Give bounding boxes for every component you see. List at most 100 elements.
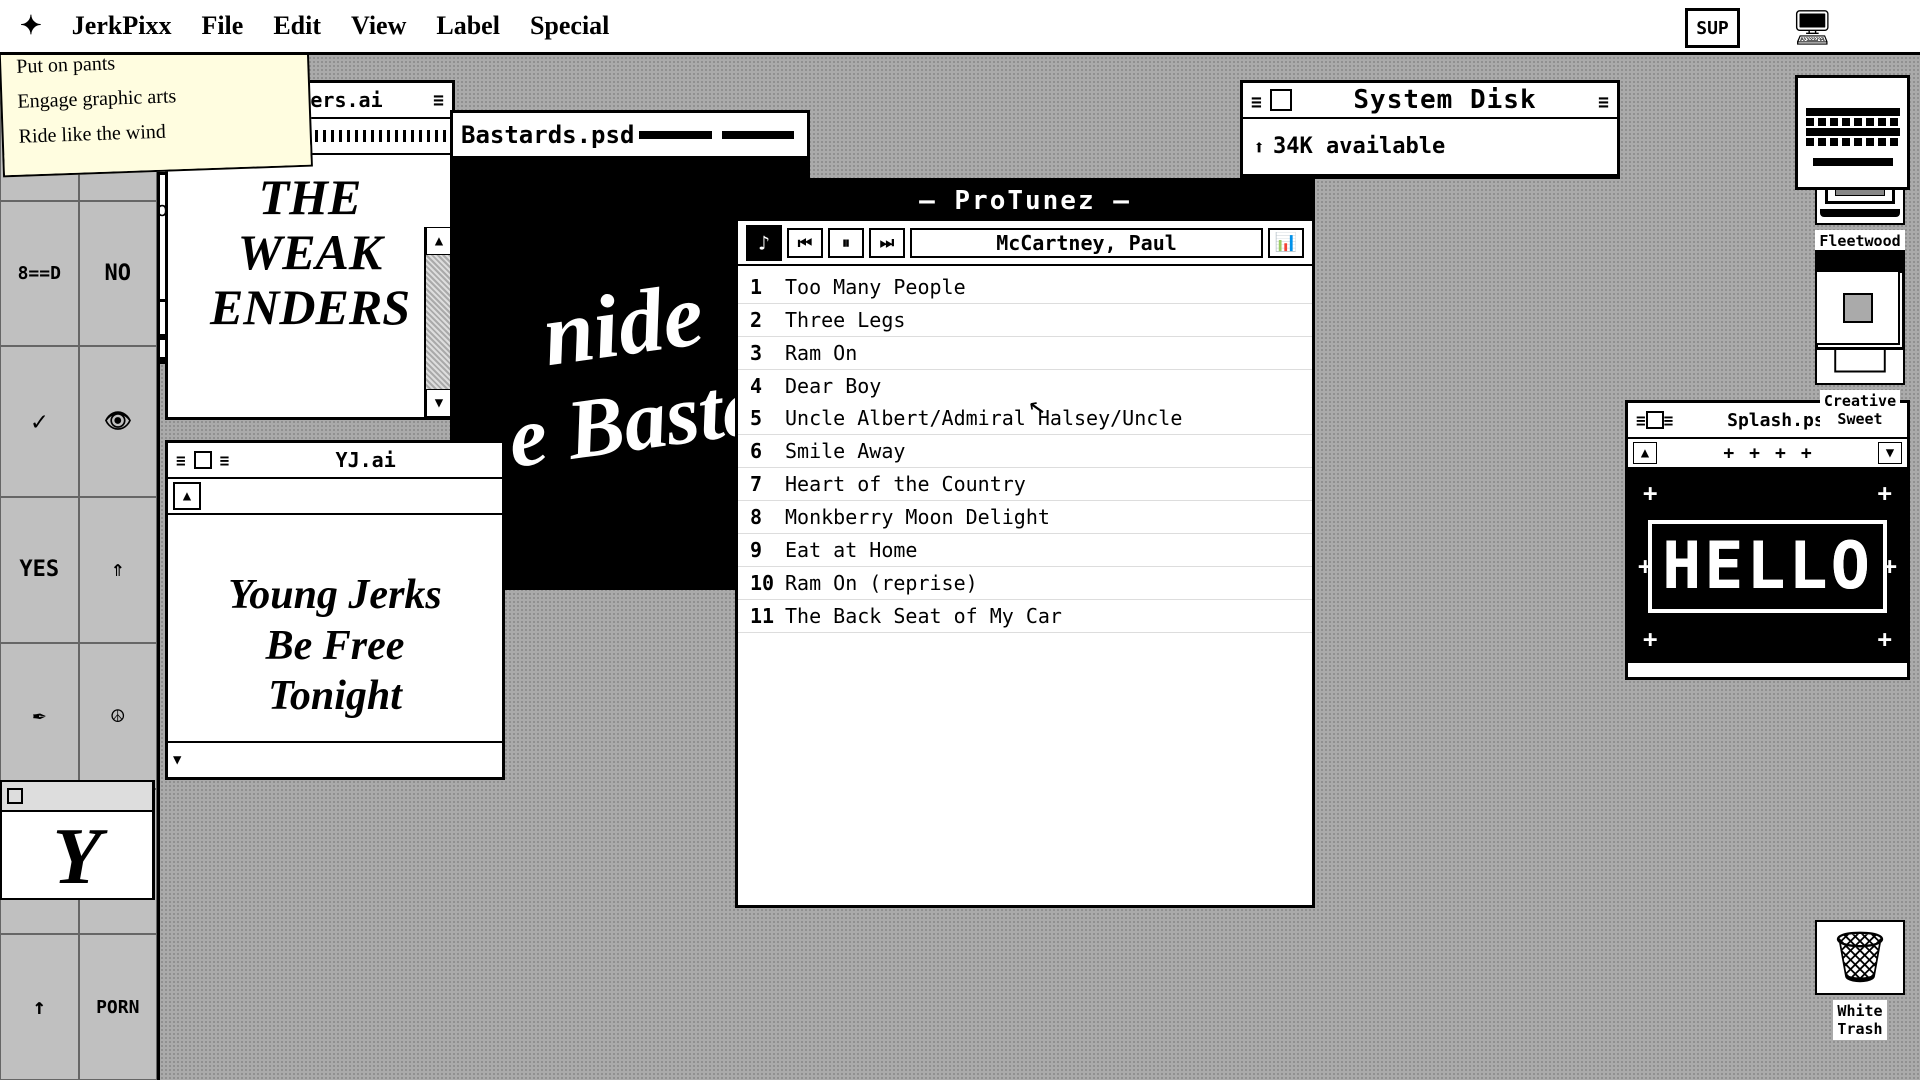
- yj-body: Young Jerks Be Free Tonight ▼: [168, 515, 502, 777]
- yj-scroll-up[interactable]: ▲: [173, 482, 201, 510]
- tool-arrows[interactable]: ⇑: [79, 497, 158, 643]
- titlebar-lines-right: [1598, 85, 1609, 115]
- apple-menu[interactable]: ✦: [20, 11, 42, 41]
- tool-peace[interactable]: ☮: [79, 643, 158, 789]
- menu-label[interactable]: Label: [436, 11, 500, 41]
- tool-up[interactable]: ↑: [0, 934, 79, 1080]
- enders-scroll-track: [426, 255, 452, 389]
- yj-lines2-icon: ≡: [220, 451, 230, 470]
- plus-2: +: [1749, 443, 1760, 464]
- play-btn[interactable]: ⏸: [828, 228, 864, 258]
- yj-titlebar: ≡ ≡ YJ.ai: [168, 443, 502, 479]
- artist-display: McCartney, Paul: [910, 228, 1263, 258]
- protunez-window: — ProTunez — ♪ ⏮ ⏸ ⏭ McCartney, Paul 📊 1…: [735, 178, 1315, 908]
- floppy2-window: [1843, 293, 1873, 323]
- tool-yes[interactable]: YES: [0, 497, 79, 643]
- track-row[interactable]: 8 Monkberry Moon Delight: [738, 501, 1312, 534]
- kb-key: [1818, 118, 1826, 126]
- splash-lines-icon: ≡: [1636, 411, 1646, 430]
- enders-body: THE WEAK ENDERS ▲ ▼: [168, 155, 452, 417]
- track-row[interactable]: 2 Three Legs: [738, 304, 1312, 337]
- track-row[interactable]: 10 Ram On (reprise): [738, 567, 1312, 600]
- splash-plus-tr: +: [1878, 479, 1892, 507]
- floppy2-body: [1817, 272, 1898, 343]
- track-name-2: Three Legs: [785, 308, 1300, 332]
- floppy-icon-2[interactable]: [1815, 255, 1900, 345]
- enders-scroll-up-btn[interactable]: ▲: [426, 227, 452, 255]
- splash-scroll-down[interactable]: ▼: [1878, 442, 1902, 464]
- kb-key: [1890, 118, 1898, 126]
- scroll-arrow-up[interactable]: ⬆: [1253, 135, 1265, 159]
- yj-title: YJ.ai: [237, 448, 494, 472]
- track-row[interactable]: 1 Too Many People: [738, 271, 1312, 304]
- enders-scroll-down-btn[interactable]: ▼: [426, 389, 452, 417]
- splash-cross-row: + + + +: [1660, 443, 1875, 464]
- track-num-11: 11: [750, 604, 785, 628]
- kb-key: [1830, 138, 1838, 146]
- system-disk-titlebar: System Disk: [1243, 83, 1617, 119]
- splash-lines2-icon: ≡: [1664, 411, 1674, 430]
- small-window-close[interactable]: [7, 788, 23, 804]
- whitetrash-label: WhiteTrash: [1833, 1000, 1886, 1040]
- tool-pen[interactable]: ✒: [0, 643, 79, 789]
- system-disk-title: System Disk: [1300, 85, 1590, 115]
- track-num-8: 8: [750, 505, 785, 529]
- volume-btn[interactable]: 📊: [1268, 228, 1304, 258]
- track-num-10: 10: [750, 571, 785, 595]
- track-row[interactable]: 5 Uncle Albert/Admiral Halsey/Uncle: [738, 402, 1312, 435]
- track-row[interactable]: 11 The Back Seat of My Car: [738, 600, 1312, 633]
- kb-key: [1890, 138, 1898, 146]
- tool-no[interactable]: NO: [79, 201, 158, 347]
- tool-eye[interactable]: 👁: [79, 346, 158, 497]
- tool-porn[interactable]: PORN: [79, 934, 158, 1080]
- monitor-icon[interactable]: 🖥: [1785, 5, 1840, 50]
- tool-check[interactable]: ✓: [0, 346, 79, 497]
- titlebar-lines-icon: [1251, 85, 1262, 115]
- white-trash-icon[interactable]: 🗑 WhiteTrash: [1815, 920, 1905, 1040]
- track-name-6: Smile Away: [785, 439, 1300, 463]
- kb-key: [1866, 118, 1874, 126]
- small-window-content: Y: [2, 812, 152, 902]
- bastards-art-text: nide e Basta: [490, 263, 771, 482]
- sup-button[interactable]: SUP: [1685, 8, 1740, 48]
- track-row[interactable]: 6 Smile Away: [738, 435, 1312, 468]
- yj-window: ≡ ≡ YJ.ai ▲ Young Jerks Be Free Tonight …: [165, 440, 505, 780]
- splash-toolbar: ▲ + + + + ▼: [1628, 439, 1907, 469]
- splash-plus-br: +: [1878, 625, 1892, 653]
- kb-key: [1830, 118, 1838, 126]
- kb-key: [1842, 118, 1850, 126]
- track-num-5: 5: [750, 406, 785, 430]
- menu-edit[interactable]: Edit: [273, 11, 321, 41]
- track-row[interactable]: 4 Dear Boy: [738, 370, 1312, 402]
- track-name-8: Monkberry Moon Delight: [785, 505, 1300, 529]
- yj-scroll-down[interactable]: ▼: [173, 752, 181, 768]
- track-name-5: Uncle Albert/Admiral Halsey/Uncle: [785, 406, 1300, 430]
- next-btn[interactable]: ⏭: [869, 228, 905, 258]
- menu-view[interactable]: View: [351, 11, 406, 41]
- track-row[interactable]: 7 Heart of the Country: [738, 468, 1312, 501]
- menu-file[interactable]: File: [201, 11, 243, 41]
- protunez-title: — ProTunez —: [919, 186, 1131, 216]
- kb-key: [1806, 118, 1814, 126]
- track-row[interactable]: 3 Ram On: [738, 337, 1312, 370]
- floppy2-label: [1817, 257, 1898, 272]
- yj-bottom-bar: ▼: [168, 741, 502, 777]
- bastards-title-line2: [722, 131, 794, 139]
- track-row[interactable]: 9 Eat at Home: [738, 534, 1312, 567]
- kb-key: [1878, 138, 1886, 146]
- track-num-7: 7: [750, 472, 785, 496]
- tool-8d[interactable]: 8==D: [0, 201, 79, 347]
- menu-special[interactable]: Special: [530, 11, 609, 41]
- yj-box-icon: [194, 451, 212, 469]
- track-list: 1 Too Many People 2 Three Legs 3 Ram On …: [738, 266, 1312, 638]
- bastards-titlebar: Bastards.psd: [453, 113, 807, 158]
- kb-row1: [1806, 108, 1900, 116]
- prev-btn[interactable]: ⏮: [787, 228, 823, 258]
- splash-scroll-up[interactable]: ▲: [1633, 442, 1657, 464]
- track-name-3: Ram On: [785, 341, 1300, 365]
- plus-1: +: [1723, 443, 1734, 464]
- splash-body: HELLO + + + + + +: [1628, 469, 1907, 663]
- keyboard-grid: [1798, 100, 1908, 154]
- protunez-titlebar: — ProTunez —: [738, 181, 1312, 221]
- keyboard-icon: [1795, 75, 1910, 190]
